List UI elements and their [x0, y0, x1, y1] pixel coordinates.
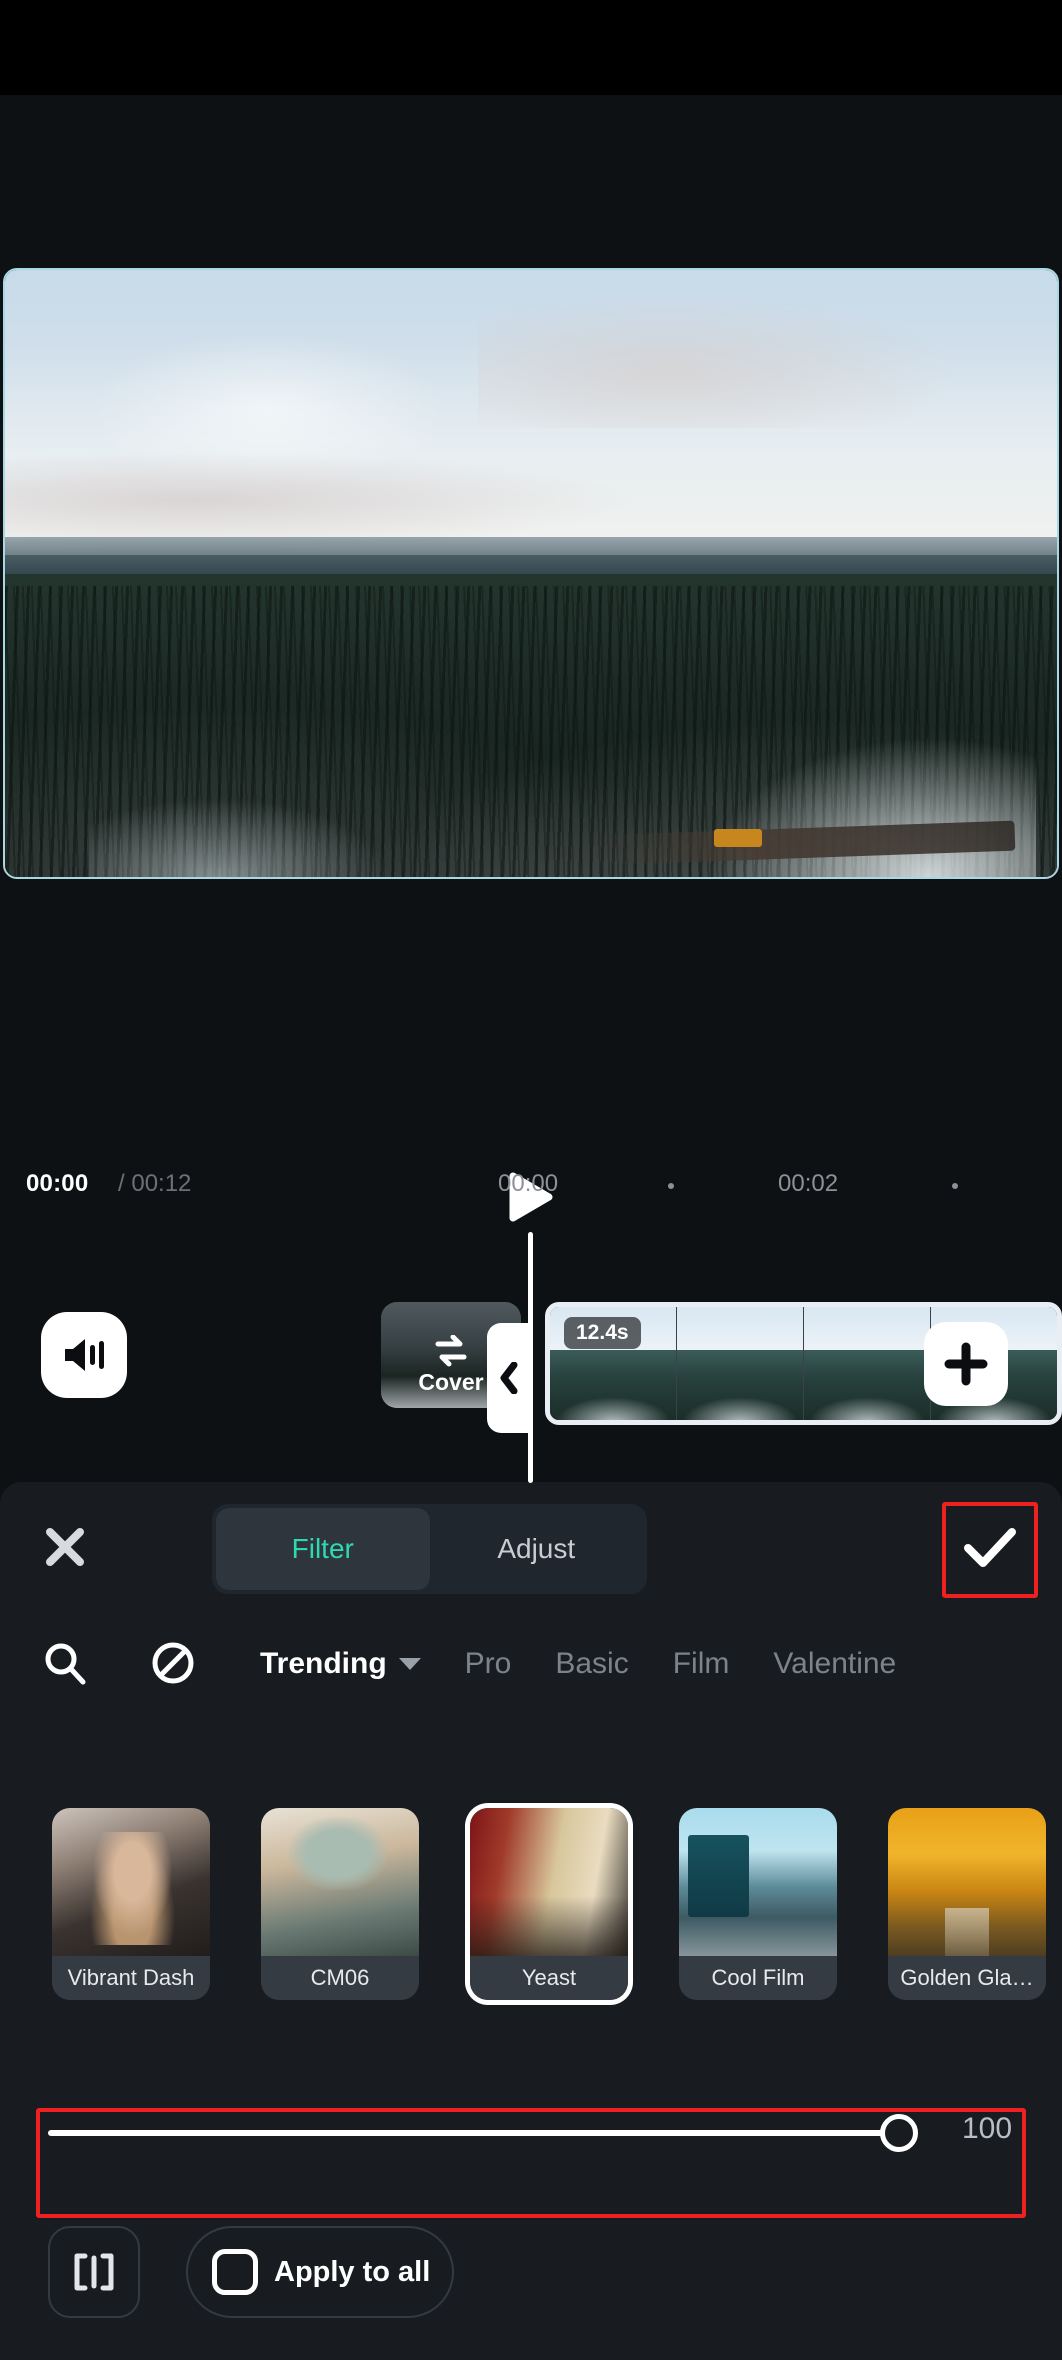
filter-thumbnail: [679, 1808, 837, 1960]
compare-split-icon[interactable]: [48, 2226, 140, 2318]
filter-item-cm06[interactable]: CM06: [261, 1808, 419, 2000]
filter-list[interactable]: Vibrant Dash CM06 Yeast Cool Film Golden…: [0, 1794, 1062, 2014]
chevron-down-icon[interactable]: [398, 1658, 421, 1670]
category-basic[interactable]: Basic: [555, 1647, 628, 1681]
no-filter-icon[interactable]: [144, 1634, 202, 1692]
filter-label: Vibrant Dash: [52, 1956, 210, 2000]
current-time-label: 00:00: [26, 1170, 89, 1197]
search-icon[interactable]: [36, 1634, 94, 1692]
filter-label: Cool Film: [679, 1956, 837, 2000]
apply-to-all-button[interactable]: Apply to all: [186, 2226, 454, 2318]
filter-adjust-segmented-control: Filter Adjust: [212, 1504, 647, 1594]
filter-label: Yeast: [470, 1956, 628, 2000]
clip-frame: [677, 1307, 804, 1420]
clip-frame: [804, 1307, 931, 1420]
apply-to-all-label: Apply to all: [274, 2255, 431, 2288]
plus-icon[interactable]: [924, 1322, 1008, 1406]
total-time-label: / 00:12: [118, 1170, 192, 1197]
category-valentine[interactable]: Valentine: [773, 1647, 896, 1681]
panel-toolbar: Filter Adjust: [0, 1482, 1062, 1612]
close-icon[interactable]: [36, 1518, 94, 1576]
video-preview[interactable]: [3, 268, 1059, 879]
preview-cloud: [478, 294, 952, 428]
category-trending[interactable]: Trending: [260, 1647, 421, 1681]
ruler-tick-label: 00:02: [778, 1170, 839, 1197]
preview-vehicle: [714, 828, 763, 847]
filter-thumbnail: [888, 1808, 1046, 1960]
filter-label: CM06: [261, 1956, 419, 2000]
check-icon[interactable]: [942, 1500, 1038, 1596]
filter-thumbnail: [52, 1808, 210, 1960]
slider-track[interactable]: [48, 2130, 904, 2136]
category-label: Trending: [260, 1647, 387, 1680]
slider-knob[interactable]: [880, 2114, 918, 2152]
status-bar: [0, 0, 1062, 95]
ruler-tick-label: 00:00: [498, 1170, 559, 1197]
category-list: Trending Pro Basic Film Valentine: [260, 1620, 896, 1708]
filter-thumbnail: [261, 1808, 419, 1960]
filter-categories: Trending Pro Basic Film Valentine: [0, 1620, 1062, 1730]
filter-item-cool-film[interactable]: Cool Film: [679, 1808, 837, 2000]
editor-screen: 00:00 / 00:12 00:00 00:02 Cover 12.4s Fi…: [0, 0, 1062, 2360]
timeline-ruler: 00:00 / 00:12 00:00 00:02: [0, 1170, 1062, 1214]
filter-item-vibrant-dash[interactable]: Vibrant Dash: [52, 1808, 210, 2000]
filter-item-golden-glass[interactable]: Golden Gla…: [888, 1808, 1046, 2000]
filter-item-yeast[interactable]: Yeast: [470, 1808, 628, 2000]
filter-panel: Filter Adjust Trending Pro Basic Film Va…: [0, 1482, 1062, 2360]
preview-cloud: [5, 452, 637, 550]
filter-label: Golden Gla…: [888, 1956, 1046, 2000]
preview-snow: [89, 792, 405, 877]
ruler-tick-dot: [952, 1183, 958, 1189]
panel-bottom-actions: Apply to all: [0, 2218, 1062, 2328]
volume-icon[interactable]: [41, 1312, 127, 1398]
intensity-slider[interactable]: 100: [0, 2082, 1062, 2182]
category-film[interactable]: Film: [673, 1647, 730, 1681]
ruler-tick-dot: [668, 1183, 674, 1189]
playhead[interactable]: [528, 1232, 533, 1483]
clip-duration-badge: 12.4s: [564, 1317, 641, 1349]
filter-thumbnail: [470, 1808, 628, 1960]
category-pro[interactable]: Pro: [465, 1647, 512, 1681]
tab-filter[interactable]: Filter: [216, 1508, 430, 1590]
apply-to-all-checkbox[interactable]: [212, 2249, 258, 2295]
tab-adjust[interactable]: Adjust: [430, 1508, 644, 1590]
slider-value: 100: [962, 2112, 1013, 2145]
chevron-left-icon[interactable]: [487, 1323, 531, 1433]
swap-cover-icon: [434, 1334, 468, 1372]
